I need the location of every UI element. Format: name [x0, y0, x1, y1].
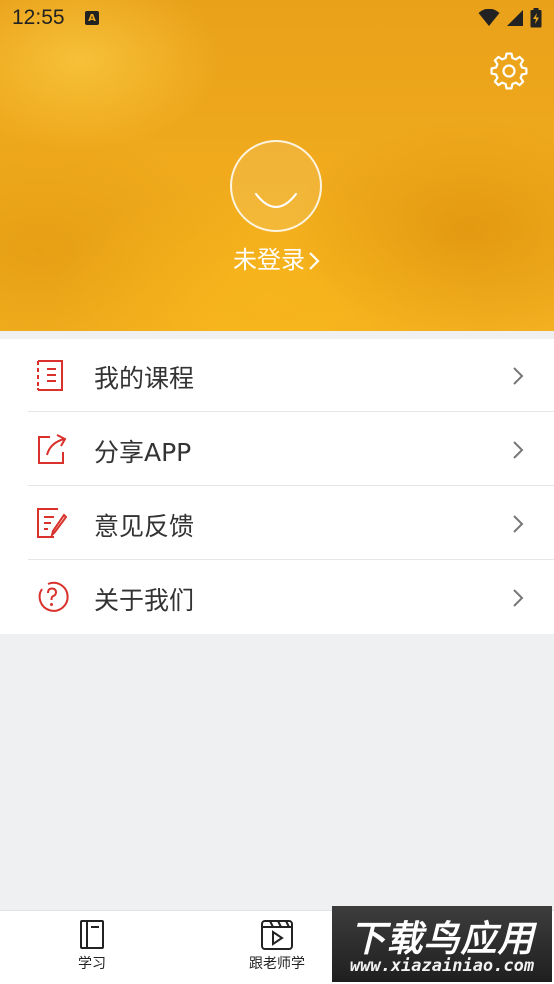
gear-icon	[490, 52, 528, 90]
menu-item-about-us[interactable]: 关于我们	[0, 561, 554, 634]
menu-item-label: 我的课程	[94, 364, 195, 393]
chevron-right-icon	[513, 515, 524, 533]
menu-item-my-courses[interactable]: 我的课程	[0, 339, 554, 412]
tab-label: 跟老师学	[249, 956, 305, 972]
course-list-icon	[37, 360, 63, 391]
book-icon	[80, 920, 104, 949]
wifi-icon	[478, 9, 500, 26]
share-icon	[38, 434, 67, 464]
login-link[interactable]: 未登录	[0, 240, 554, 275]
chevron-right-icon	[513, 441, 524, 459]
battery-charging-icon	[530, 8, 542, 28]
chevron-right-icon	[513, 367, 524, 385]
video-play-icon	[261, 920, 293, 950]
question-icon	[38, 581, 69, 612]
menu-item-label: 意见反馈	[94, 512, 195, 541]
feedback-icon	[37, 508, 68, 539]
divider	[28, 559, 554, 560]
chevron-right-icon	[309, 252, 320, 270]
divider	[28, 411, 554, 412]
status-icons	[478, 8, 542, 28]
tab-follow-teacher[interactable]: 跟老师学	[217, 911, 337, 984]
signal-icon	[507, 10, 523, 26]
menu-item-feedback[interactable]: 意见反馈	[0, 487, 554, 560]
menu-list: 我的课程 分享APP 意见反馈 关于我们	[0, 339, 554, 634]
avatar[interactable]	[230, 140, 322, 232]
menu-item-label: 分享APP	[94, 438, 192, 467]
menu-item-share-app[interactable]: 分享APP	[0, 413, 554, 486]
divider	[28, 485, 554, 486]
watermark-title: 下载鸟应用	[349, 919, 535, 960]
profile-header: 12:55 A 未登录	[0, 0, 554, 331]
tab-label: 学习	[78, 956, 106, 972]
watermark-url: www.xiazainiao.com	[349, 956, 535, 976]
notification-badge: A	[85, 11, 99, 25]
menu-item-label: 关于我们	[94, 586, 195, 615]
login-text: 未登录	[233, 246, 305, 274]
settings-button[interactable]	[490, 52, 528, 90]
tab-study[interactable]: 学习	[32, 911, 152, 984]
status-bar: 12:55 A	[0, 0, 554, 38]
status-time: 12:55	[12, 6, 65, 29]
chevron-right-icon	[513, 589, 524, 607]
smile-face-icon	[254, 192, 298, 209]
watermark: 下载鸟应用 www.xiazainiao.com	[332, 906, 552, 982]
